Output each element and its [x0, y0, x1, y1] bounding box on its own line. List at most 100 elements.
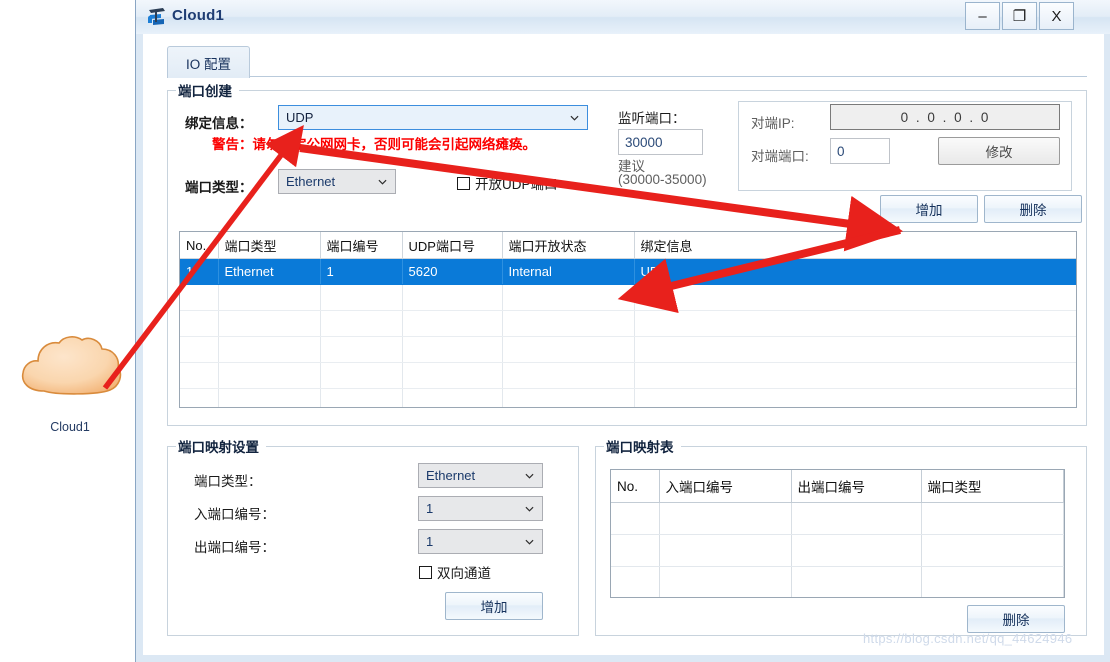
port-mapping-list-table[interactable]: No. 入端口编号 出端口编号 端口类型	[610, 469, 1065, 598]
mapping-port-type-combobox[interactable]: Ethernet	[418, 463, 543, 488]
table-cell: UDP	[634, 258, 1076, 285]
delete-port-button[interactable]: 删除	[984, 195, 1082, 223]
table-cell: Ethernet	[218, 258, 321, 285]
mapping-out-port-value: 1	[426, 534, 434, 549]
bind-info-combobox[interactable]: UDP	[278, 105, 588, 130]
th-bind-info: 绑定信息	[634, 232, 1076, 259]
table-cell	[180, 362, 219, 389]
close-button[interactable]: X	[1039, 2, 1074, 30]
bind-info-value: UDP	[286, 110, 314, 125]
table-cell	[921, 502, 1064, 535]
modify-button-label: 修改	[985, 145, 1013, 160]
table-cell	[659, 534, 792, 567]
table-row[interactable]	[611, 534, 1064, 567]
open-udp-port-checkbox[interactable]: 开放UDP端口	[457, 173, 558, 193]
mapping-out-port-label: 出端口编号：	[194, 540, 275, 555]
table-cell	[921, 566, 1064, 597]
bind-info-label: 绑定信息：	[185, 116, 253, 131]
table-header-row: No. 端口类型 端口编号 UDP端口号 端口开放状态 绑定信息	[180, 232, 1076, 259]
table-cell	[180, 284, 219, 311]
window-titlebar: Cloud1 – ❐ X	[136, 0, 1110, 35]
listen-port-label: 监听端口：	[618, 111, 686, 126]
cloud-device-icon[interactable]	[18, 333, 123, 401]
port-mapping-table-group: 端口映射表 No. 入端口编号 出端口编号 端口类型 删除	[595, 436, 1087, 636]
table-row[interactable]	[180, 362, 1076, 389]
th-no: No.	[180, 232, 219, 259]
delete-port-button-label: 删除	[1019, 203, 1047, 218]
bidirectional-channel-label: 双向通道	[437, 566, 491, 581]
port-mapping-table-title: 端口映射表	[604, 436, 681, 456]
peer-ip-octet-2: 0	[954, 109, 963, 125]
table-row[interactable]	[180, 284, 1076, 311]
mapping-delete-button[interactable]: 删除	[967, 605, 1065, 633]
th-map-no: No.	[611, 470, 660, 503]
peer-ip-octet-3: 0	[980, 109, 990, 125]
table-row[interactable]	[180, 310, 1076, 337]
table-cell	[180, 310, 219, 337]
table-cell	[180, 336, 219, 363]
mapping-add-button[interactable]: 增加	[445, 592, 543, 620]
table-cell	[611, 534, 660, 567]
th-udp-port: UDP端口号	[402, 232, 503, 259]
bidirectional-channel-checkbox[interactable]: 双向通道	[419, 562, 491, 582]
th-open-state: 端口开放状态	[502, 232, 635, 259]
table-row[interactable]	[611, 566, 1064, 597]
table-cell	[218, 284, 321, 311]
table-cell	[218, 362, 321, 389]
table-cell	[502, 388, 635, 407]
table-cell: 1	[180, 258, 219, 285]
maximize-button[interactable]: ❐	[1002, 2, 1037, 30]
mapping-in-port-value: 1	[426, 501, 434, 516]
modify-button[interactable]: 修改	[938, 137, 1060, 165]
peer-ip-label: 对端IP:	[751, 116, 795, 131]
mapping-delete-button-label: 删除	[1002, 613, 1030, 628]
table-cell	[402, 362, 503, 389]
port-type-label: 端口类型：	[185, 180, 253, 195]
chevron-down-icon	[525, 506, 534, 512]
table-row[interactable]	[180, 388, 1076, 407]
peer-port-value: 0	[837, 143, 845, 159]
table-cell	[402, 284, 503, 311]
peer-port-input[interactable]: 0	[830, 138, 890, 164]
watermark: https://blog.csdn.net/qq_44624946	[863, 631, 1073, 646]
table-row[interactable]: 1 Ethernet 1 5620 Internal UDP	[180, 258, 1076, 285]
ip-dot-1: .	[937, 109, 953, 125]
table-cell	[634, 310, 1076, 337]
port-create-group-title: 端口创建	[176, 80, 239, 100]
add-port-button-label: 增加	[915, 203, 943, 218]
port-mapping-settings-title: 端口映射设置	[176, 436, 266, 456]
checkbox-box	[419, 565, 432, 579]
minimize-button[interactable]: –	[965, 2, 1000, 30]
port-type-combobox[interactable]: Ethernet	[278, 169, 396, 194]
mapping-out-port-combobox[interactable]: 1	[418, 529, 543, 554]
table-cell	[320, 310, 403, 337]
public-nic-warning: 警告：请勿绑定公网网卡，否则可能会引起网络瘫痪。	[212, 137, 536, 152]
peer-ip-input[interactable]: 0 . 0 . 0 . 0	[830, 104, 1060, 130]
chevron-down-icon	[378, 179, 387, 185]
table-row[interactable]	[180, 336, 1076, 363]
listen-port-value: 30000	[625, 134, 663, 150]
table-cell	[320, 284, 403, 311]
table-cell	[791, 566, 922, 597]
add-port-button[interactable]: 增加	[880, 195, 978, 223]
table-header-row: No. 入端口编号 出端口编号 端口类型	[611, 470, 1064, 503]
table-row[interactable]	[611, 502, 1064, 535]
tab-strip: IO 配置	[167, 46, 1087, 78]
mapping-in-port-combobox[interactable]: 1	[418, 496, 543, 521]
close-icon: X	[1051, 7, 1062, 25]
minimize-icon: –	[978, 7, 987, 25]
table-cell	[502, 336, 635, 363]
mapping-port-type-value: Ethernet	[426, 468, 476, 483]
port-list-table[interactable]: No. 端口类型 端口编号 UDP端口号 端口开放状态 绑定信息 1 Ethern…	[179, 231, 1077, 408]
listen-port-input[interactable]: 30000	[618, 129, 703, 155]
window-title: Cloud1	[172, 7, 225, 24]
th-port-type: 端口类型	[218, 232, 321, 259]
th-port-number: 端口编号	[320, 232, 403, 259]
table-cell	[320, 336, 403, 363]
peer-ip-octet-1: 0	[927, 109, 936, 125]
mapping-add-button-label: 增加	[480, 600, 508, 615]
table-cell	[402, 310, 503, 337]
table-cell	[218, 336, 321, 363]
tab-io-config[interactable]: IO 配置	[167, 46, 251, 78]
table-cell: 1	[320, 258, 403, 285]
